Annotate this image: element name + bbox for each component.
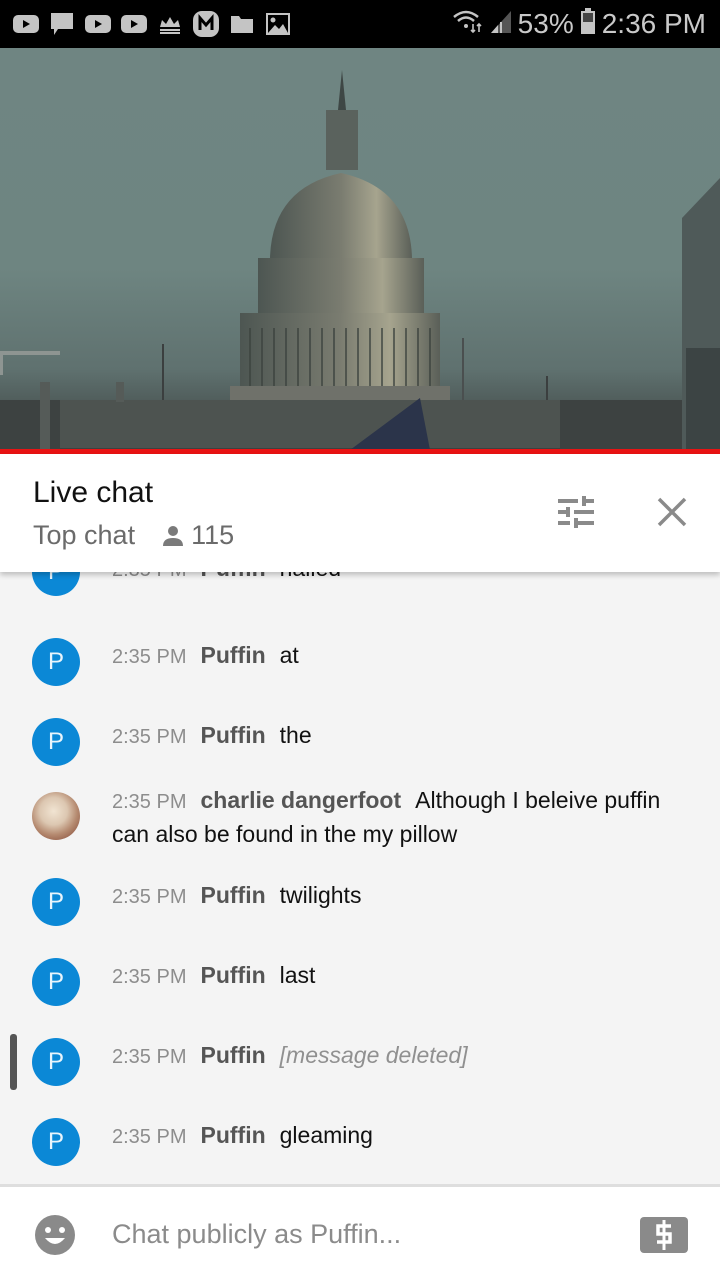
message-time: 2:35 PM [112,726,187,748]
avatar[interactable]: P [32,718,80,766]
chat-mode-label: Top chat [33,520,136,550]
wifi-icon [452,8,484,41]
live-chat-header: Live chat Top chat 115 [0,454,720,572]
notification-icons [0,11,292,37]
signal-icon [490,8,512,41]
message-author[interactable]: Puffin [200,572,265,581]
message-text: hailed [280,572,341,581]
message-time: 2:35 PM [112,646,187,668]
message-text: the [279,722,312,748]
message-author[interactable]: Puffin [200,722,265,748]
message-time: 2:35 PM [112,791,187,813]
m-app-icon [192,11,220,37]
clock: 2:36 PM [601,8,706,39]
dollar-icon [656,1220,672,1250]
message-text: gleaming [279,1122,373,1148]
chat-message-input[interactable] [112,1211,612,1257]
message-time: 2:35 PM [112,1126,187,1148]
message-icon [48,13,76,35]
system-status: 53% 2:36 PM [452,0,706,48]
message-author[interactable]: Puffin [200,1122,265,1148]
avatar[interactable]: P [32,1118,80,1166]
avatar-photo[interactable] [32,792,80,840]
message-time: 2:35 PM [112,1046,187,1068]
smiley-icon [35,1215,75,1255]
message-text: twilights [279,882,362,908]
message-author[interactable]: charlie dangerfoot [200,787,401,813]
image-icon [264,13,292,35]
viewer-count-value: 115 [191,520,235,550]
close-chat-button[interactable] [650,490,694,534]
message-author[interactable]: Puffin [200,642,265,668]
viewer-count: 115 [161,520,234,551]
screen: 53% 2:36 PM Live chat Top chat 115 P 2:3… [0,0,720,1280]
video-player[interactable] [0,48,720,450]
message-deleted-text: [message deleted] [279,1042,468,1068]
chat-title: Live chat [33,476,154,509]
crown-icon [156,13,184,35]
avatar[interactable]: P [32,878,80,926]
youtube-icon [12,13,40,35]
battery-percent: 53% [517,8,574,39]
message-author[interactable]: Puffin [200,882,265,908]
message-author[interactable]: Puffin [200,962,265,988]
person-icon [163,525,184,546]
message-time: 2:35 PM [112,886,187,908]
emoji-button[interactable] [34,1214,76,1256]
chat-filter-button[interactable] [554,490,598,534]
capitol-dome-video-frame [0,70,720,450]
folder-icon [228,13,256,35]
message-time: 2:35 PM [112,572,186,581]
scroll-indicator[interactable] [10,1034,17,1090]
message-time: 2:35 PM [112,966,187,988]
youtube-icon [120,13,148,35]
chat-mode-selector[interactable]: Top chat 115 [33,520,234,551]
avatar[interactable]: P [32,958,80,1006]
tune-icon [558,496,594,528]
chat-input-bar [0,1184,720,1280]
status-bar: 53% 2:36 PM [0,0,720,48]
avatar[interactable]: P [32,638,80,686]
chat-message-list[interactable]: P 2:35 PMPuffinhailed P 2:35 PMPuffinat … [0,572,720,1184]
close-icon [657,497,687,527]
avatar[interactable]: P [32,1038,80,1086]
youtube-icon [84,13,112,35]
battery-icon [580,7,596,42]
message-text: at [279,642,299,668]
message-text: last [279,962,316,988]
super-chat-button[interactable] [640,1217,688,1253]
avatar[interactable]: P [32,572,80,596]
message-author[interactable]: Puffin [200,1042,265,1068]
